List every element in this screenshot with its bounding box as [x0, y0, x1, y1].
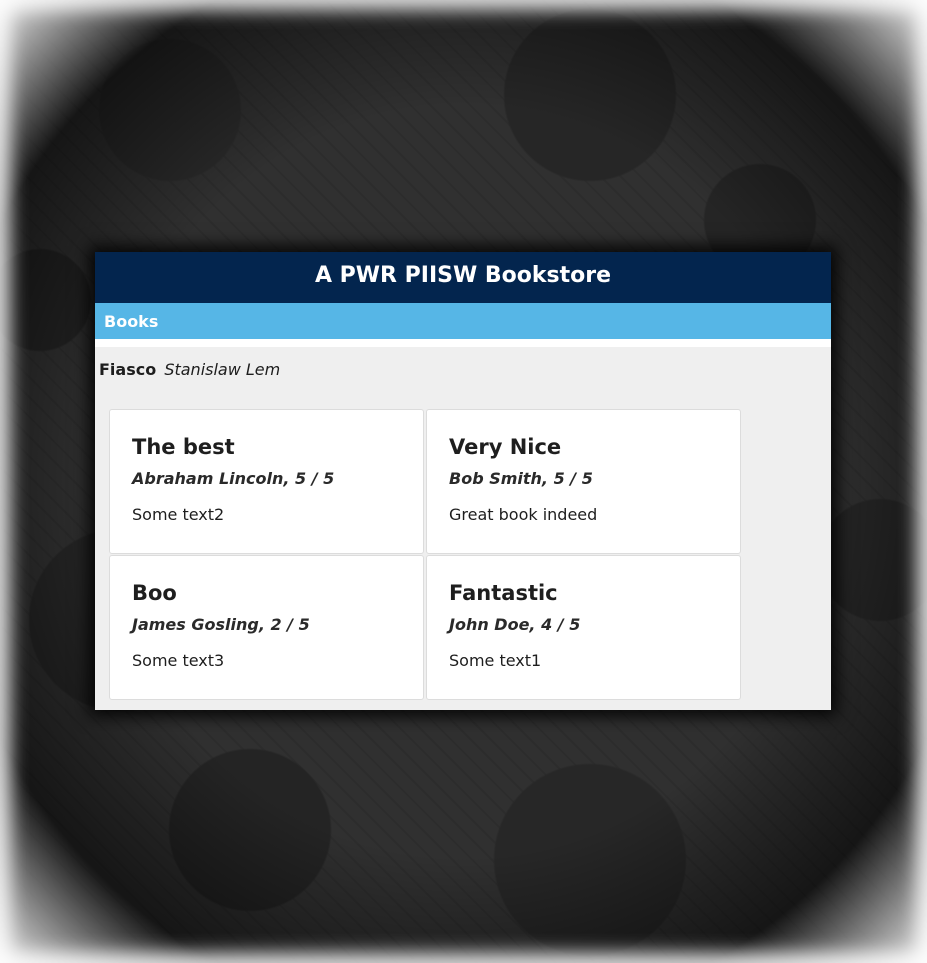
- review-text: Some text1: [449, 651, 542, 670]
- review-title: Boo: [132, 581, 177, 605]
- bookstore-panel: A PWR PIISW Bookstore Books Fiasco Stani…: [95, 252, 831, 710]
- review-card: Fantastic John Doe, 4 / 5 Some text1: [426, 555, 741, 700]
- review-card: The best Abraham Lincoln, 5 / 5 Some tex…: [109, 409, 424, 554]
- review-card: Very Nice Bob Smith, 5 / 5 Great book in…: [426, 409, 741, 554]
- review-title: Very Nice: [449, 435, 562, 459]
- book-heading: Fiasco Stanislaw Lem: [95, 359, 831, 381]
- nav-link-books[interactable]: Books: [104, 312, 158, 331]
- nav-bar: Books: [95, 303, 831, 347]
- review-author-rating: John Doe, 4 / 5: [449, 615, 581, 634]
- review-author-rating: James Gosling, 2 / 5: [132, 615, 310, 634]
- review-text: Some text3: [132, 651, 225, 670]
- book-author: Stanislaw Lem: [164, 360, 281, 379]
- review-text: Great book indeed: [449, 505, 598, 524]
- app-title: A PWR PIISW Bookstore: [314, 263, 612, 288]
- review-card: Boo James Gosling, 2 / 5 Some text3: [109, 555, 424, 700]
- review-author-rating: Abraham Lincoln, 5 / 5: [132, 469, 335, 488]
- review-author-rating: Bob Smith, 5 / 5: [449, 469, 593, 488]
- review-text: Some text2: [132, 505, 225, 524]
- review-title: The best: [132, 435, 235, 459]
- review-title: Fantastic: [449, 581, 558, 605]
- book-title: Fiasco: [99, 360, 157, 379]
- app-header: A PWR PIISW Bookstore: [95, 252, 831, 303]
